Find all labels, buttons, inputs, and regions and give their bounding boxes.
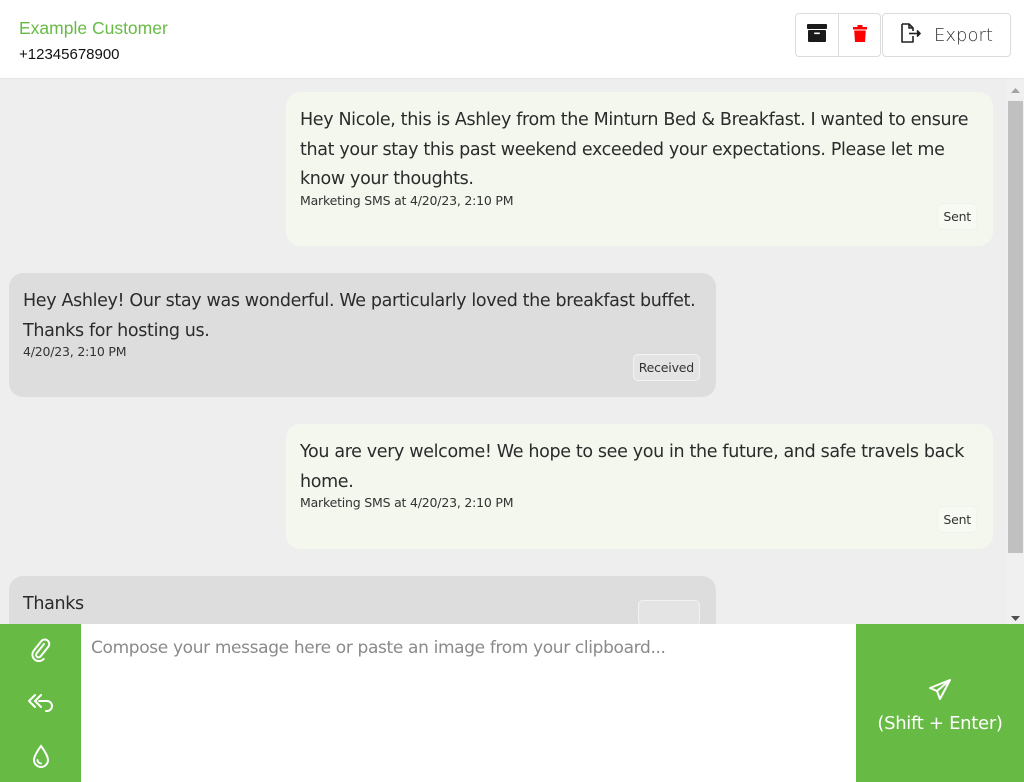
compose-message-input[interactable] <box>81 624 856 782</box>
message-text: Hey Ashley! Our stay was wonderful. We p… <box>23 291 696 341</box>
thread-scrollbar[interactable] <box>1007 79 1024 624</box>
paper-plane-icon <box>928 678 952 705</box>
composer-tool-rail <box>0 624 81 782</box>
message-text: Thanks <box>23 594 84 614</box>
status-badge <box>638 600 700 624</box>
delete-button[interactable] <box>838 14 880 56</box>
drop-icon <box>32 744 50 772</box>
send-shortcut-label: (Shift + Enter) <box>877 712 1003 734</box>
conversation-header: Example Customer +12345678900 Export <box>0 0 1024 79</box>
message-meta: Marketing SMS at 4/20/23, 2:10 PM <box>300 192 514 208</box>
export-label: Export <box>934 24 993 46</box>
archive-box-icon <box>807 24 827 46</box>
scroll-down-button[interactable] <box>1007 607 1024 624</box>
scroll-up-button[interactable] <box>1007 79 1024 96</box>
paperclip-icon <box>30 638 52 666</box>
scroll-thumb[interactable] <box>1008 101 1023 553</box>
status-badge: Sent <box>937 506 977 533</box>
message-text: You are very welcome! We hope to see you… <box>300 442 965 492</box>
conversation-actions <box>795 13 881 57</box>
message-thread[interactable]: Hey Nicole, this is Ashley from the Mint… <box>0 79 1024 624</box>
message-text: Hey Nicole, this is Ashley from the Mint… <box>300 110 969 189</box>
contact-phone: +12345678900 <box>19 46 120 63</box>
archive-button[interactable] <box>796 14 838 56</box>
reply-all-icon <box>27 692 55 718</box>
send-button[interactable]: (Shift + Enter) <box>856 624 1024 782</box>
contact-name: Example Customer <box>19 18 168 38</box>
message-composer: (Shift + Enter) <box>0 624 1024 782</box>
message-bubble-received: Thanks <box>9 576 716 624</box>
message-bubble-sent: Hey Nicole, this is Ashley from the Mint… <box>286 92 993 246</box>
message-bubble-sent: You are very welcome! We hope to see you… <box>286 424 993 549</box>
export-button[interactable]: Export <box>882 13 1011 57</box>
reply-all-button[interactable] <box>0 679 81 731</box>
caret-down-icon <box>1011 606 1020 625</box>
status-badge: Received <box>632 354 700 381</box>
message-bubble-received: Hey Ashley! Our stay was wonderful. We p… <box>9 273 716 397</box>
message-meta: Marketing SMS at 4/20/23, 2:10 PM <box>300 495 514 510</box>
attach-button[interactable] <box>0 626 81 678</box>
message-meta: 4/20/23, 2:10 PM <box>23 344 127 359</box>
caret-up-icon <box>1011 78 1020 97</box>
file-export-icon <box>900 23 922 47</box>
status-badge: Sent <box>937 203 977 230</box>
drip-button[interactable] <box>0 732 81 782</box>
trash-icon <box>852 24 867 46</box>
